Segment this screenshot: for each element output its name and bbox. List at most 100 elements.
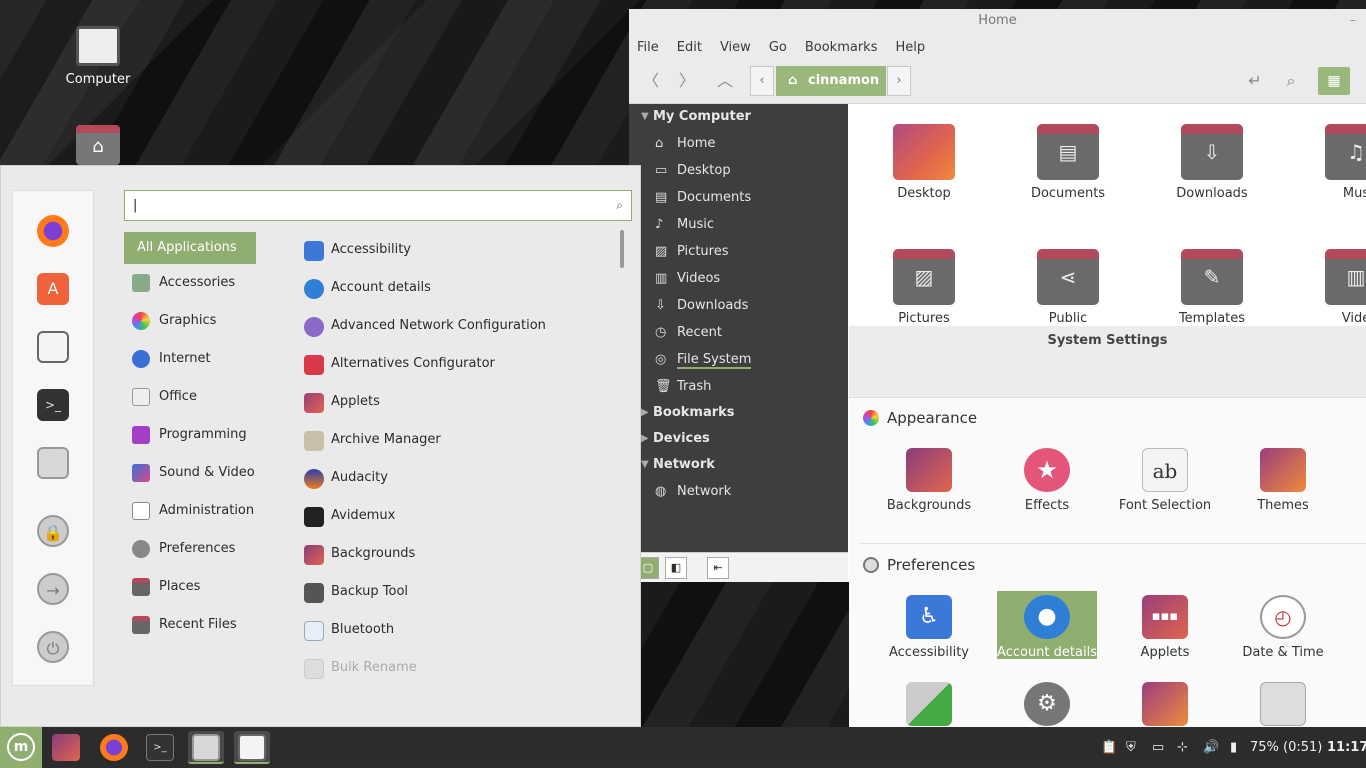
app-accessibility[interactable]: Accessibility <box>302 235 602 265</box>
forward-button[interactable]: 〉 <box>673 68 701 94</box>
settings-themes[interactable]: Themes <box>1233 444 1333 513</box>
app-avidemux[interactable]: Avidemux <box>302 501 602 531</box>
settings-account-details[interactable]: ● Account details <box>997 591 1097 660</box>
taskbar-files[interactable] <box>188 731 224 764</box>
sidebar-section-my-computer[interactable]: ▼ My Computer <box>629 104 848 130</box>
menu-view[interactable]: View <box>720 40 751 55</box>
category-office[interactable]: Office <box>124 381 256 413</box>
sidebar-item-downloads[interactable]: ⇩ Downloads <box>629 292 848 319</box>
settings-toggle-icon[interactable] <box>37 331 69 363</box>
sidebar-item-file-system[interactable]: ◎ File System <box>629 346 848 373</box>
category-internet[interactable]: Internet <box>124 343 256 375</box>
desktop-icon-computer[interactable]: Computer <box>58 26 138 87</box>
menu-button[interactable]: m <box>0 727 42 768</box>
settings-date-time[interactable]: ◴ Date & Time <box>1233 591 1333 660</box>
sidebar-section-bookmarks[interactable]: ▶ Bookmarks <box>629 400 848 426</box>
battery-icon[interactable]: ▮ <box>1230 727 1237 768</box>
menu-go[interactable]: Go <box>769 40 787 55</box>
app-archive-manager[interactable]: Archive Manager <box>302 425 602 455</box>
logout-icon[interactable]: → <box>37 573 69 605</box>
folder-music[interactable]: ♫ Mus <box>1306 124 1366 201</box>
folder-templates[interactable]: ✎ Templates <box>1162 249 1262 326</box>
category-graphics[interactable]: Graphics <box>124 305 256 337</box>
menu-edit[interactable]: Edit <box>677 40 702 55</box>
category-all-applications[interactable]: All Applications <box>124 232 256 264</box>
taskbar-system-settings[interactable] <box>234 731 270 764</box>
scrollbar-thumb[interactable] <box>620 230 624 268</box>
icon-view-button[interactable]: ▦ <box>1318 67 1350 95</box>
app-audacity[interactable]: Audacity <box>302 463 602 493</box>
search-button[interactable]: ⌕ <box>1277 68 1305 94</box>
settings-applets[interactable]: ▪▪▪ Applets <box>1115 591 1215 660</box>
hide-sidebar-button[interactable]: ⇤ <box>707 557 729 579</box>
sidebar-item-network[interactable]: ◍ Network <box>629 478 848 505</box>
sidebar-item-recent[interactable]: ◷ Recent <box>629 319 848 346</box>
clock[interactable]: 11:17 <box>1327 727 1366 768</box>
sidebar-item-desktop[interactable]: ▭ Desktop <box>629 157 848 184</box>
sidebar-section-devices[interactable]: ▶ Devices <box>629 426 848 452</box>
volume-icon[interactable]: 🔊 <box>1203 727 1219 768</box>
folder-public[interactable]: ⋖ Public <box>1018 249 1118 326</box>
search-input[interactable]: | ⌕ <box>124 190 632 221</box>
menu-help[interactable]: Help <box>895 40 925 55</box>
folder-downloads[interactable]: ⇩ Downloads <box>1162 124 1262 201</box>
software-manager-icon[interactable]: A <box>37 273 69 305</box>
app-advanced-network[interactable]: Advanced Network Configuration <box>302 311 602 341</box>
battery-status[interactable]: 75% (0:51) <box>1250 727 1322 768</box>
power-icon[interactable]: ⏻ <box>37 631 69 663</box>
breadcrumb-home[interactable]: ⌂ cinnamon <box>776 66 886 96</box>
shield-icon[interactable]: ⛨ <box>1126 727 1136 768</box>
settings-keyboard[interactable] <box>1233 678 1333 727</box>
taskbar-show-desktop[interactable] <box>48 731 84 764</box>
terminal-icon[interactable]: >_ <box>37 389 69 421</box>
settings-backgrounds[interactable]: Backgrounds <box>879 444 979 513</box>
sidebar-item-pictures[interactable]: ▨ Pictures <box>629 238 848 265</box>
app-bulk-rename[interactable]: Bulk Rename <box>302 653 602 683</box>
menu-bookmarks[interactable]: Bookmarks <box>805 40 878 55</box>
firefox-icon[interactable] <box>37 215 69 247</box>
lock-icon[interactable]: 🔒 <box>37 515 69 547</box>
app-account-details[interactable]: Account details <box>302 273 602 303</box>
menu-file[interactable]: File <box>637 40 659 55</box>
category-programming[interactable]: Programming <box>124 419 256 451</box>
app-backgrounds[interactable]: Backgrounds <box>302 539 602 569</box>
taskbar-firefox[interactable] <box>96 731 132 764</box>
window-title[interactable]: System Settings <box>849 326 1366 356</box>
settings-effects[interactable]: ★ Effects <box>997 444 1097 513</box>
window-titlebar[interactable]: Home – <box>629 9 1366 35</box>
sidebar-section-network[interactable]: ▼ Network <box>629 452 848 478</box>
network-icon[interactable]: ⊹ <box>1177 727 1188 768</box>
breadcrumb-right-button[interactable]: › <box>887 66 911 96</box>
app-bluetooth[interactable]: Bluetooth <box>302 615 602 645</box>
minimize-button[interactable]: – <box>1350 9 1357 33</box>
settings-startup[interactable]: ⚙ <box>997 678 1097 727</box>
folder-documents[interactable]: ▤ Documents <box>1018 124 1118 201</box>
folder-desktop[interactable]: Desktop <box>874 124 974 201</box>
sidebar-item-trash[interactable]: 🗑 Trash <box>629 373 848 400</box>
folder-videos[interactable]: ▥ Vide <box>1306 249 1366 326</box>
folder-pictures[interactable]: ▨ Pictures <box>874 249 974 326</box>
sidebar-item-videos[interactable]: ▥ Videos <box>629 265 848 292</box>
app-alternatives-configurator[interactable]: Alternatives Configurator <box>302 349 602 379</box>
back-button[interactable]: 〈 <box>637 68 665 94</box>
settings-extensions[interactable] <box>879 678 979 727</box>
settings-desklets[interactable] <box>1115 678 1215 727</box>
category-places[interactable]: Places <box>124 571 256 603</box>
category-administration[interactable]: Administration <box>124 495 256 527</box>
app-applets[interactable]: Applets <box>302 387 602 417</box>
settings-font-selection[interactable]: ab Font Selection <box>1115 444 1215 513</box>
category-preferences[interactable]: Preferences <box>124 533 256 565</box>
sidebar-item-home[interactable]: ⌂ Home <box>629 130 848 157</box>
category-recent-files[interactable]: Recent Files <box>124 609 256 641</box>
up-button[interactable]: ︿ <box>711 68 739 94</box>
display-icon[interactable]: ▭ <box>1152 727 1164 768</box>
sidebar-item-music[interactable]: ♪ Music <box>629 211 848 238</box>
clipboard-icon[interactable]: 📋 <box>1101 727 1117 768</box>
breadcrumb-left-button[interactable]: ‹ <box>750 66 774 96</box>
category-sound-video[interactable]: Sound & Video <box>124 457 256 489</box>
app-backup-tool[interactable]: Backup Tool <box>302 577 602 607</box>
files-icon[interactable] <box>37 447 69 479</box>
settings-accessibility[interactable]: ♿ Accessibility <box>879 591 979 660</box>
toggle-location-button[interactable]: ↵ <box>1241 68 1269 94</box>
sidebar-item-documents[interactable]: ▤ Documents <box>629 184 848 211</box>
